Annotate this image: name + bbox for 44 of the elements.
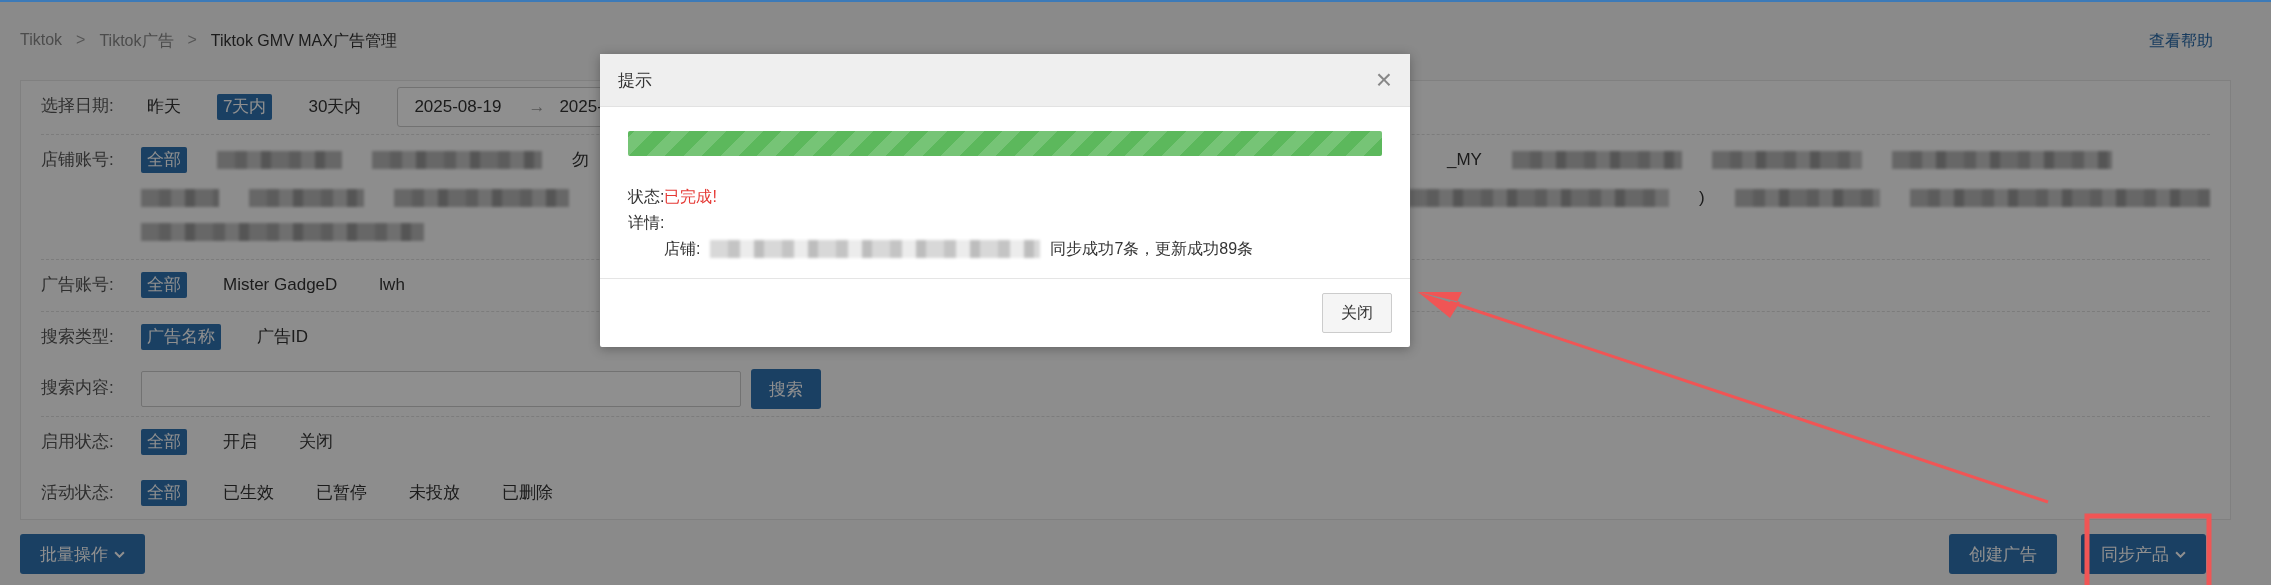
breadcrumb-separator: > <box>76 30 86 50</box>
close-button[interactable]: 关闭 <box>1322 293 1392 333</box>
breadcrumb-item: Tiktok GMV MAX广告管理 <box>210 30 397 51</box>
status-value: 已完成! <box>664 187 717 207</box>
filter-option[interactable]: 已暂停 <box>310 480 373 506</box>
filter-option[interactable]: 广告ID <box>251 324 314 350</box>
close-button[interactable]: × <box>1375 66 1392 94</box>
search-button[interactable]: 搜索 <box>751 369 821 409</box>
filter-option[interactable]: 全部 <box>141 429 187 455</box>
filter-option[interactable]: 全部 <box>141 272 187 298</box>
shop-name-fragment[interactable]: ) <box>1699 185 1705 211</box>
filter-option[interactable]: 全部 <box>141 480 187 506</box>
action-button[interactable]: 同步产品 <box>2081 534 2206 574</box>
filter-option[interactable]: 全部 <box>141 147 187 173</box>
action-button[interactable]: 创建广告 <box>1949 534 2057 574</box>
filter-label: 搜索类型: <box>41 326 115 348</box>
filter-label: 搜索内容: <box>41 377 115 399</box>
filter-label: 店铺账号: <box>41 149 115 171</box>
status-label: 状态: <box>628 187 665 207</box>
details-label: 详情: <box>628 213 665 233</box>
dialog-title: 提示 <box>618 69 652 92</box>
filter-label: 广告账号: <box>41 274 115 296</box>
shop-name-fragment[interactable]: 勿 <box>572 147 589 173</box>
filter-label: 活动状态: <box>41 482 115 504</box>
filter-option[interactable]: 30天内 <box>302 94 368 120</box>
batch-action-button[interactable]: 批量操作 <box>20 534 145 574</box>
filter-option[interactable]: 未投放 <box>403 480 466 506</box>
filter-label: 选择日期: <box>41 95 115 117</box>
filter-option[interactable]: Mister GadgeD <box>217 272 344 298</box>
help-link[interactable]: 查看帮助 <box>2149 30 2213 52</box>
filter-option[interactable]: 7天内 <box>217 94 273 120</box>
shop-name-fragment[interactable]: _MY <box>1447 147 1482 173</box>
filter-option[interactable]: 已删除 <box>496 480 559 506</box>
filter-label: 启用状态: <box>41 431 115 453</box>
search-field[interactable] <box>141 371 741 407</box>
filter-option[interactable]: lwh <box>373 272 411 298</box>
filter-option[interactable]: 开启 <box>217 429 263 455</box>
sync-result: 同步成功7条，更新成功89条 <box>1050 239 1254 259</box>
filter-option[interactable]: 昨天 <box>141 94 187 120</box>
breadcrumb-separator: > <box>187 30 197 50</box>
filter-option[interactable]: 关闭 <box>293 429 339 455</box>
filter-option[interactable]: 广告名称 <box>141 324 221 350</box>
filter-option[interactable]: 已生效 <box>217 480 280 506</box>
shop-label: 店铺: <box>664 239 701 259</box>
